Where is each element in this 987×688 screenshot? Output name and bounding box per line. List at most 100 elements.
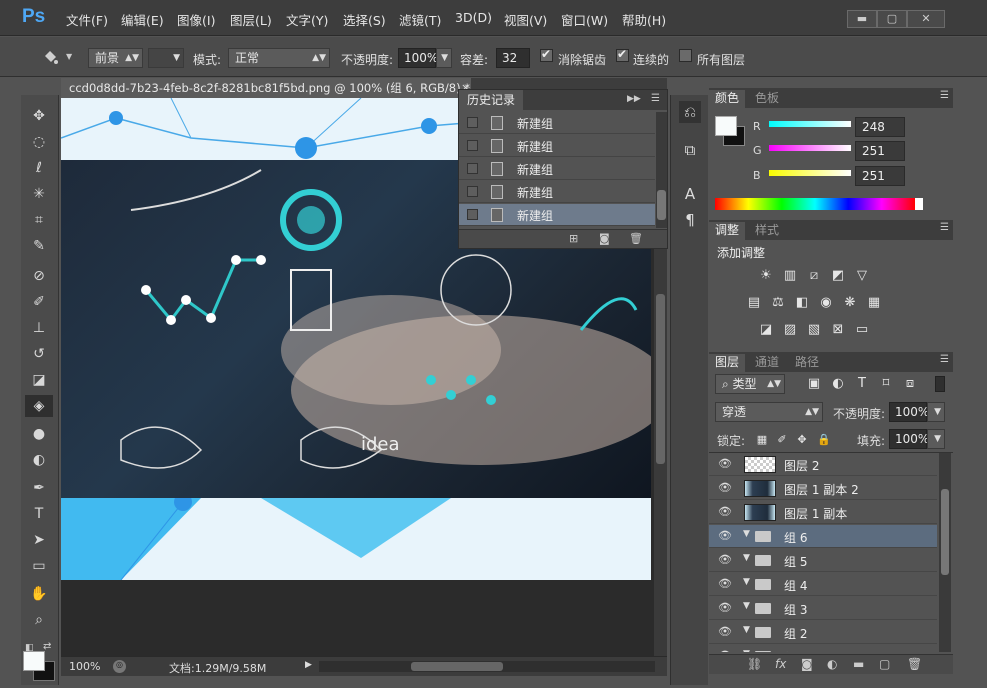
lock-transparent-icon[interactable]: ▦	[753, 432, 771, 448]
layer-group-row[interactable]: 👁 ▼ 组 5	[709, 549, 937, 572]
magic-wand-icon[interactable]: ✳	[25, 183, 53, 205]
trash-icon[interactable]: 🗑	[629, 232, 643, 245]
dodge-tool-icon[interactable]: ◐	[25, 449, 53, 471]
foreground-color-swatch[interactable]	[23, 651, 45, 671]
tool-preset-chevron-icon[interactable]: ▼	[66, 52, 72, 61]
brightness-icon[interactable]: ☀	[757, 268, 775, 284]
filter-pixel-icon[interactable]: ▣	[805, 376, 823, 392]
tab-paths[interactable]: 路径	[789, 354, 825, 372]
opacity-input[interactable]: 100%	[398, 48, 438, 68]
panel-menu-icon[interactable]: ☰	[651, 93, 660, 104]
eye-icon[interactable]: 👁	[718, 649, 732, 652]
history-source-checkbox[interactable]	[467, 209, 478, 220]
filter-type-icon[interactable]: T	[853, 376, 871, 392]
eye-icon[interactable]: 👁	[718, 601, 732, 614]
brush-tool-icon[interactable]: ✐	[25, 291, 53, 313]
layer-opacity-input[interactable]: 100%	[889, 402, 929, 422]
eye-icon[interactable]: 👁	[718, 625, 732, 638]
minimize-button[interactable]: ▬	[847, 10, 877, 28]
antialias-checkbox[interactable]	[540, 47, 553, 62]
tab-styles[interactable]: 样式	[749, 222, 785, 240]
panel-menu-icon[interactable]: ☰	[940, 354, 949, 365]
status-menu-arrow-icon[interactable]: ▶	[305, 660, 312, 670]
menu-select[interactable]: 选择(S)	[343, 10, 386, 28]
curves-icon[interactable]: ⧄	[805, 268, 823, 284]
photo-filter-icon[interactable]: ◉	[817, 295, 835, 311]
eyedropper-icon[interactable]: ✎	[25, 235, 53, 257]
channel-b-slider[interactable]	[769, 170, 851, 176]
vertical-scroll-thumb[interactable]	[656, 294, 665, 464]
lock-image-icon[interactable]: ✐	[773, 432, 791, 448]
color-fg-swatch[interactable]	[715, 116, 737, 136]
selective-color-icon[interactable]: ⊠	[829, 322, 847, 338]
panel-menu-icon[interactable]: ☰	[940, 222, 949, 233]
expand-caret-icon[interactable]: ▼	[743, 529, 750, 539]
history-item[interactable]: 新建组	[459, 181, 655, 203]
history-panel-icon[interactable]: ⎌	[679, 101, 701, 123]
lock-position-icon[interactable]: ✥	[793, 432, 811, 448]
layer-group-row-selected[interactable]: 👁 ▼ 组 6	[709, 525, 937, 548]
path-select-icon[interactable]: ➤	[25, 529, 53, 551]
exposure-icon[interactable]: ◩	[829, 268, 847, 284]
posterize-icon[interactable]: ▨	[781, 322, 799, 338]
pen-tool-icon[interactable]: ✒	[25, 477, 53, 499]
history-item-selected[interactable]: 新建组	[459, 204, 655, 226]
filter-toggle[interactable]	[935, 376, 945, 392]
filter-shape-icon[interactable]: ⌑	[877, 376, 895, 392]
color-balance-icon[interactable]: ⚖	[769, 295, 787, 311]
lock-all-icon[interactable]: 🔒	[815, 432, 833, 448]
menu-edit[interactable]: 编辑(E)	[121, 10, 164, 28]
type-tool-icon[interactable]: T	[25, 503, 53, 525]
layer-blend-mode-select[interactable]: 穿透 ▲▼	[715, 402, 823, 422]
eye-icon[interactable]: 👁	[718, 577, 732, 590]
shape-tool-icon[interactable]: ▭	[25, 555, 53, 577]
eye-icon[interactable]: 👁	[718, 481, 732, 494]
menu-image[interactable]: 图像(I)	[177, 10, 215, 28]
layer-row[interactable]: 👁 图层 2	[709, 453, 937, 476]
layer-row[interactable]: 👁 图层 1 副本 2	[709, 477, 937, 500]
layer-opacity-dropdown[interactable]: ▼	[927, 402, 945, 422]
restore-button[interactable]: ▢	[877, 10, 907, 28]
zoom-tool-icon[interactable]: ⌕	[25, 609, 53, 631]
history-source-checkbox[interactable]	[467, 140, 478, 151]
channel-b-input[interactable]: 251	[855, 166, 905, 186]
pattern-picker[interactable]: ▼	[148, 48, 184, 68]
blur-tool-icon[interactable]: ●	[25, 423, 53, 445]
history-source-checkbox[interactable]	[467, 186, 478, 197]
layer-fx-icon[interactable]: fx	[775, 657, 786, 671]
layers-scroll-thumb[interactable]	[941, 489, 949, 575]
menu-file[interactable]: 文件(F)	[66, 10, 108, 28]
zoom-level[interactable]: 100%	[69, 660, 100, 673]
layers-scrollbar[interactable]	[939, 453, 951, 652]
layer-row[interactable]: 👁 图层 1 副本	[709, 501, 937, 524]
share-icon[interactable]: ◎	[113, 660, 126, 673]
paint-bucket-icon[interactable]	[40, 47, 62, 67]
expand-caret-icon[interactable]: ▼	[743, 577, 750, 587]
gradient-map-icon[interactable]: ▭	[853, 322, 871, 338]
hue-saturation-icon[interactable]: ▤	[745, 295, 763, 311]
horizontal-scrollbar[interactable]	[319, 661, 655, 672]
layer-group-row[interactable]: 👁 ▼ 组 4	[709, 573, 937, 596]
menu-layer[interactable]: 图层(L)	[230, 10, 272, 28]
color-spectrum-bar[interactable]	[715, 198, 915, 210]
move-tool-icon[interactable]: ✥	[25, 105, 53, 127]
eye-icon[interactable]: 👁	[718, 457, 732, 470]
tab-swatches[interactable]: 色板	[749, 90, 785, 108]
history-scroll-thumb[interactable]	[657, 190, 666, 220]
character-panel-icon[interactable]: A	[679, 183, 701, 205]
3d-panel-icon[interactable]: ⧉	[679, 139, 701, 161]
expand-caret-icon[interactable]: ▼	[743, 649, 750, 652]
tab-channels[interactable]: 通道	[749, 354, 785, 372]
color-lookup-icon[interactable]: ▦	[865, 295, 883, 311]
fill-source-select[interactable]: 前景 ▲▼	[88, 48, 143, 68]
blend-mode-select[interactable]: 正常 ▲▼	[228, 48, 330, 68]
lasso-tool-icon[interactable]: ℓ	[25, 157, 53, 179]
fill-input[interactable]: 100%	[889, 429, 929, 449]
expand-caret-icon[interactable]: ▼	[743, 601, 750, 611]
history-brush-icon[interactable]: ↺	[25, 343, 53, 365]
vibrance-icon[interactable]: ▽	[853, 268, 871, 284]
eye-icon[interactable]: 👁	[718, 529, 732, 542]
snapshot-camera-icon[interactable]: ◙	[599, 232, 610, 245]
history-item[interactable]: 新建组	[459, 135, 655, 157]
new-layer-icon[interactable]: ▢	[879, 657, 890, 671]
